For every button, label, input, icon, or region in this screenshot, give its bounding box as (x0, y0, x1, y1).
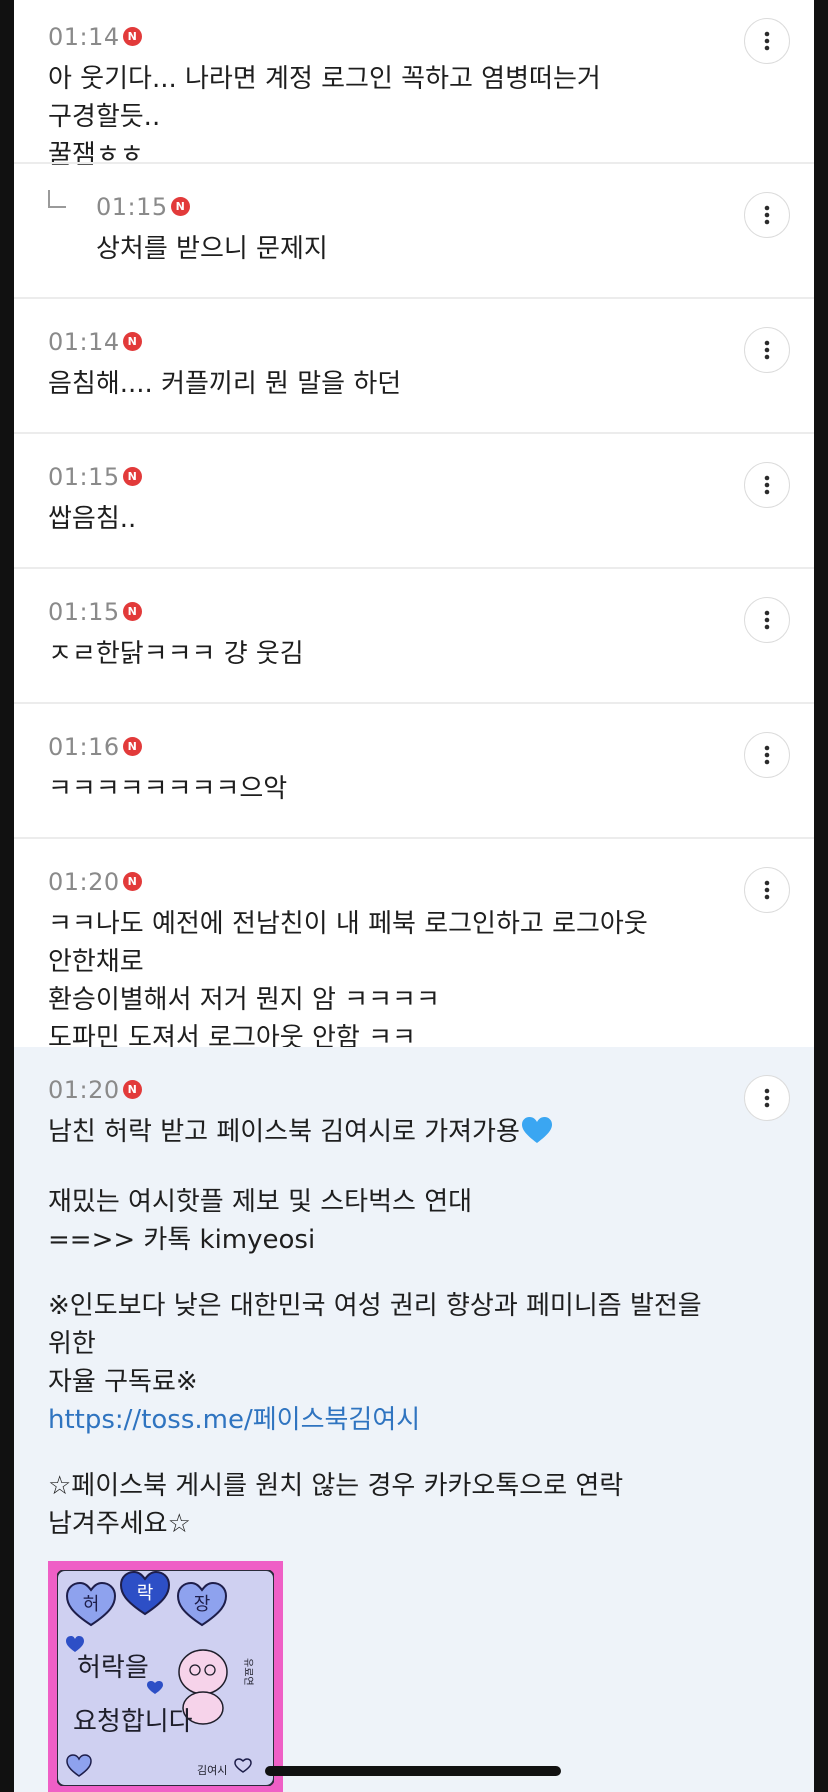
new-badge-icon: N (122, 601, 142, 621)
permission-image[interactable]: 허 락 장 허락을 유료연 요청합니다 김여시 (48, 1561, 283, 1792)
comment-text: 음침해.... 커플끼리 뭔 말을 하던 (48, 369, 402, 399)
notice-line: 남겨주세요☆ (48, 1509, 191, 1539)
image-line-1: 허락을 (77, 1653, 149, 1683)
more-options-button[interactable] (744, 192, 790, 238)
image-title-char: 장 (194, 1594, 211, 1615)
comment-item: 01:16 N ㅋㅋㅋㅋㅋㅋㅋㅋ으악 (14, 702, 814, 837)
comment-item: 01:14 N 아 웃기다... 나라면 계정 로그인 꼭하고 염병떠는거 구경… (14, 0, 814, 170)
new-badge-icon: N (122, 26, 142, 46)
more-vertical-icon (764, 745, 770, 765)
author-comment: 01:20 N 남친 허락 받고 페이스북 김여시로 가져가용 재밌는 여시핫플… (14, 1047, 814, 1792)
blue-heart-emoji (521, 1117, 552, 1155)
subscription-line: ※인도보다 낮은 대한민국 여성 권리 향상과 페미니즘 발전을 위한 (48, 1291, 702, 1359)
credit-line: 남친 허락 받고 페이스북 김여시로 가져가용 (48, 1113, 704, 1155)
comment-time: 01:15 (48, 463, 120, 491)
more-vertical-icon (764, 1088, 770, 1108)
contact-line: ==>> 카톡 kimyeosi (48, 1225, 316, 1255)
more-options-button[interactable] (744, 1075, 790, 1121)
new-badge-icon: N (122, 331, 142, 351)
more-vertical-icon (764, 205, 770, 225)
image-side-text: 유료연 (242, 1658, 254, 1686)
new-badge-icon: N (122, 871, 142, 891)
comment-meta: 01:14 N (48, 22, 704, 52)
more-vertical-icon (764, 610, 770, 630)
new-badge-icon: N (122, 466, 142, 486)
more-options-button[interactable] (744, 462, 790, 508)
more-options-button[interactable] (744, 597, 790, 643)
comment-meta: 01:15 N (48, 462, 704, 492)
comment-text: 쌉음침.. (48, 504, 137, 534)
more-vertical-icon (764, 475, 770, 495)
comment-meta: 01:15 N (96, 192, 704, 222)
image-signature: 김여시 (197, 1764, 227, 1777)
home-indicator (265, 1766, 561, 1776)
new-badge-icon: N (122, 736, 142, 756)
comment-time: 01:16 (48, 733, 120, 761)
comment-text: ㅈㄹ한닭ㅋㅋㅋ 걍 웃김 (48, 639, 304, 669)
comment-meta: 01:16 N (48, 732, 704, 762)
image-title-char: 허 (83, 1594, 100, 1615)
credit-text: 남친 허락 받고 페이스북 김여시로 가져가용 (48, 1117, 520, 1147)
comment-time: 01:20 (48, 1076, 120, 1104)
comment-feed: 01:14 N 아 웃기다... 나라면 계정 로그인 꼭하고 염병떠는거 구경… (14, 0, 814, 1792)
comment-time: 01:15 (48, 598, 120, 626)
comment-time: 01:15 (96, 193, 168, 221)
more-vertical-icon (764, 340, 770, 360)
new-badge-icon: N (170, 196, 190, 216)
comment-text: 아 웃기다... 나라면 계정 로그인 꼭하고 염병떠는거 구경할듯.. 꿀잼ㅎ… (48, 64, 601, 170)
more-options-button[interactable] (744, 327, 790, 373)
comment-time: 01:14 (48, 23, 120, 51)
more-options-button[interactable] (744, 732, 790, 778)
more-vertical-icon (764, 31, 770, 51)
comment-item: 01:20 N ㅋㅋ나도 예전에 전남친이 내 페북 로그인하고 로그아웃 안한… (14, 837, 814, 1053)
reply-item: 01:15 N 상처를 받으니 문제지 (14, 162, 814, 297)
comment-meta: 01:14 N (48, 327, 704, 357)
comment-time: 01:14 (48, 328, 120, 356)
comment-item: 01:15 N 쌉음침.. (14, 432, 814, 567)
more-vertical-icon (764, 880, 770, 900)
comment-item: 01:15 N ㅈㄹ한닭ㅋㅋㅋ 걍 웃김 (14, 567, 814, 702)
image-line-2: 요청합니다 (73, 1707, 193, 1737)
more-options-button[interactable] (744, 18, 790, 64)
image-title-char: 락 (137, 1583, 154, 1604)
comment-meta: 01:15 N (48, 597, 704, 627)
reply-arrow-icon (48, 190, 66, 208)
comment-item: 01:14 N 음침해.... 커플끼리 뭔 말을 하던 (14, 297, 814, 432)
new-badge-icon: N (122, 1079, 142, 1099)
permission-drawing: 허 락 장 허락을 유료연 요청합니다 김여시 (56, 1569, 275, 1787)
notice-line: ☆페이스북 게시를 원치 않는 경우 카카오톡으로 연락 (48, 1471, 624, 1501)
comment-meta: 01:20 N (48, 867, 704, 897)
comment-text: 상처를 받으니 문제지 (96, 234, 328, 264)
comment-text: ㅋㅋㅋㅋㅋㅋㅋㅋ으악 (48, 774, 288, 804)
tip-line: 재밌는 여시핫플 제보 및 스타벅스 연대 (48, 1187, 473, 1217)
more-options-button[interactable] (744, 867, 790, 913)
author-comment-body: 남친 허락 받고 페이스북 김여시로 가져가용 재밌는 여시핫플 제보 및 스타… (48, 1113, 704, 1543)
comment-time: 01:20 (48, 868, 120, 896)
comment-meta: 01:20 N (48, 1075, 704, 1105)
subscription-line: 자율 구독료※ (48, 1367, 198, 1397)
donation-link[interactable]: https://toss.me/페이스북김여시 (48, 1401, 704, 1439)
comment-text: ㅋㅋ나도 예전에 전남친이 내 페북 로그인하고 로그아웃 안한채로 환승이별해… (48, 909, 648, 1053)
